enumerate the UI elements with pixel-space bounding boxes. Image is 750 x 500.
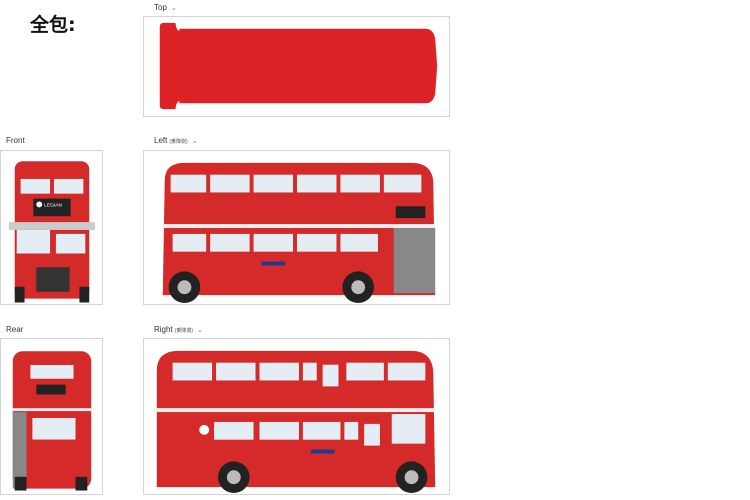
rear-platform bbox=[393, 227, 436, 294]
bus-left-view bbox=[162, 162, 436, 304]
rear-upper-window bbox=[30, 365, 74, 379]
front-upper-window bbox=[20, 178, 51, 194]
hubcap bbox=[404, 470, 419, 485]
chevron-down-icon[interactable]: ⌄ bbox=[171, 5, 177, 12]
hubcap bbox=[177, 280, 192, 295]
front-view-frame: LEGIAN bbox=[0, 150, 103, 305]
sign-text: LEGIAN bbox=[44, 202, 62, 208]
side-sign bbox=[395, 206, 426, 219]
roundel-bar bbox=[261, 261, 286, 266]
rear-wheel bbox=[75, 476, 88, 491]
roundel-icon bbox=[36, 201, 43, 208]
deck-band bbox=[12, 408, 92, 412]
lower-windows bbox=[172, 233, 378, 252]
bus-top-view bbox=[159, 22, 438, 110]
left-view-frame bbox=[143, 150, 450, 305]
front-lower-window bbox=[55, 233, 86, 254]
front-upper-window bbox=[53, 178, 84, 194]
rear-view-label: Rear bbox=[6, 325, 24, 334]
front-canopy bbox=[8, 222, 96, 230]
left-view-label: Left (乗降側) ⌄ bbox=[154, 136, 198, 145]
bus-rear-view bbox=[12, 351, 92, 491]
hubcap bbox=[226, 470, 241, 485]
page-title: 全包: bbox=[30, 14, 76, 36]
chevron-down-icon[interactable]: ⌄ bbox=[197, 327, 203, 334]
front-view-label: Front bbox=[6, 136, 25, 145]
roundel-bar bbox=[310, 449, 335, 454]
top-view-frame bbox=[143, 16, 450, 117]
front-lower-window bbox=[16, 229, 51, 254]
rear-lower-window bbox=[32, 417, 76, 440]
front-wheel bbox=[14, 286, 25, 303]
bus-front-view: LEGIAN bbox=[8, 161, 96, 303]
hubcap bbox=[351, 280, 366, 295]
rear-sign bbox=[36, 384, 66, 395]
rear-wheel bbox=[14, 476, 27, 491]
right-view-label: Right (乗降側) ⌄ bbox=[154, 325, 203, 334]
bus-right-view bbox=[156, 350, 436, 494]
front-wheel bbox=[79, 286, 90, 303]
rear-view-frame bbox=[0, 338, 103, 495]
top-view-label: Top ⌄ bbox=[154, 3, 177, 12]
chevron-down-icon[interactable]: ⌄ bbox=[192, 138, 198, 145]
deck-band bbox=[162, 224, 436, 228]
front-grille bbox=[36, 267, 70, 292]
deck-band bbox=[156, 408, 436, 413]
right-view-frame bbox=[143, 338, 450, 495]
roof-panel bbox=[159, 22, 438, 110]
badge-icon bbox=[199, 424, 210, 435]
